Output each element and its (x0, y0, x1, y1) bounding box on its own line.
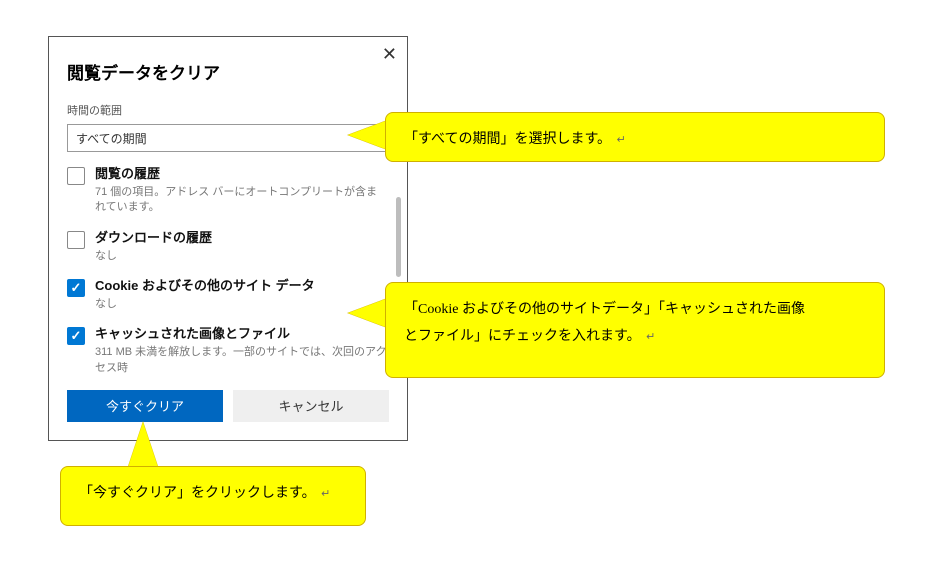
time-range-label: 時間の範囲 (67, 102, 389, 118)
callout-text: とファイル」にチェックを入れます。 (404, 329, 641, 344)
option-sublabel: 71 個の項目。アドレス バーにオートコンプリートが含まれています。 (95, 185, 387, 216)
clear-data-dialog: ✕ 閲覧データをクリア 時間の範囲 すべての期間 ▾ 閲覧の履歴 71 個の項目… (48, 36, 408, 441)
option-download-history: ダウンロードの履歴 なし (67, 230, 389, 264)
callout-text: 「今すぐクリア」をクリックします。 (79, 486, 316, 501)
option-browsing-history: 閲覧の履歴 71 個の項目。アドレス バーにオートコンプリートが含まれています。 (67, 166, 389, 216)
option-cookies: Cookie およびその他のサイト データ なし (67, 278, 389, 312)
callout-arrow-icon (348, 298, 388, 328)
return-symbol-icon: ↵ (617, 134, 626, 146)
callout-click-clear: 「今すぐクリア」をクリックします。 ↵ (60, 466, 366, 526)
option-label: キャッシュされた画像とファイル (95, 326, 387, 343)
callout-select-all-time: 「すべての期間」を選択します。 ↵ (385, 112, 885, 162)
option-sublabel: なし (95, 249, 212, 264)
option-sublabel: なし (95, 297, 315, 312)
time-range-value: すべての期間 (76, 130, 147, 147)
checkbox-cookies[interactable] (67, 279, 85, 297)
return-symbol-icon: ↵ (646, 331, 655, 343)
return-symbol-icon: ↵ (321, 488, 330, 500)
option-label: 閲覧の履歴 (95, 166, 387, 183)
option-label: Cookie およびその他のサイト データ (95, 278, 315, 295)
callout-text: 「すべての期間」を選択します。 (404, 132, 611, 147)
callout-arrow-icon (128, 422, 158, 467)
close-icon[interactable]: ✕ (382, 45, 397, 63)
checkbox-browsing-history[interactable] (67, 167, 85, 185)
clear-now-button[interactable]: 今すぐクリア (67, 390, 223, 422)
callout-text: 「Cookie およびその他のサイトデータ」「キャッシュされた画像 (404, 302, 805, 317)
dialog-button-row: 今すぐクリア キャンセル (67, 390, 389, 422)
time-range-select[interactable]: すべての期間 ▾ (67, 124, 389, 152)
option-label: ダウンロードの履歴 (95, 230, 212, 247)
scrollbar[interactable] (396, 197, 401, 277)
callout-arrow-icon (348, 120, 388, 150)
dialog-title: 閲覧データをクリア (67, 59, 389, 84)
cancel-button[interactable]: キャンセル (233, 390, 389, 422)
option-sublabel: 311 MB 未満を解放します。一部のサイトでは、次回のアクセス時 (95, 345, 387, 376)
callout-check-cookies-cache: 「Cookie およびその他のサイトデータ」「キャッシュされた画像 とファイル」… (385, 282, 885, 378)
checkbox-cached-images[interactable] (67, 327, 85, 345)
checkbox-download-history[interactable] (67, 231, 85, 249)
option-cached-images: キャッシュされた画像とファイル 311 MB 未満を解放します。一部のサイトでは… (67, 326, 389, 376)
